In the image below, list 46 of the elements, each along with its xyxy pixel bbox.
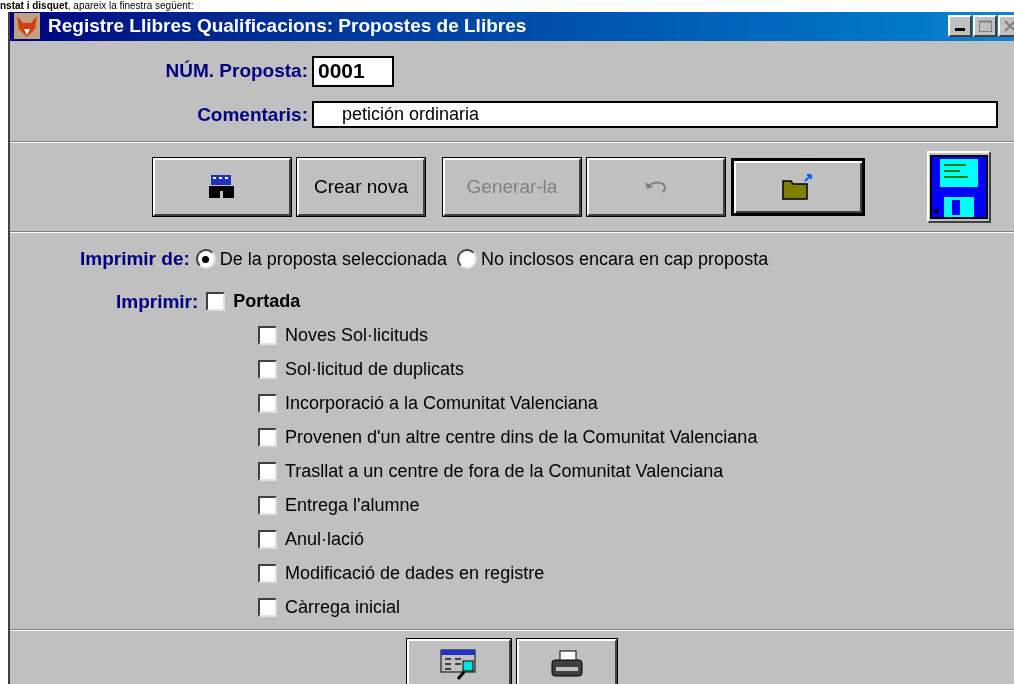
minimize-button[interactable] [948,15,972,38]
document-text: nstat i disquet, apareix la finestra següent: [0,0,194,12]
checkbox[interactable] [258,496,277,515]
proposal-number-field[interactable]: 0001 [312,55,394,87]
radio-button[interactable] [456,249,477,270]
checkbox[interactable] [258,462,277,481]
field-label: Imprimir de: [80,247,190,271]
checkbox-label: Entrega l'alumne [285,494,420,517]
window-title: Registre Llibres Qualificacions: Propostes de Llibres [48,14,528,38]
checkbox-label: Sol·licitud de duplicats [285,358,465,381]
field-label: Comentaris: [196,102,308,127]
checkbox-label: Modificació de dades en registre [285,562,545,585]
table-magnifier-icon [439,648,479,682]
checkbox[interactable] [258,564,277,583]
save-button[interactable] [927,151,991,223]
checkbox[interactable] [258,428,277,447]
maximize-button[interactable] [973,15,997,38]
folder-icon [781,173,815,201]
checkbox[interactable] [258,598,277,617]
icon-button[interactable] [731,158,865,216]
checkbox-label: Trasllat a un centre de fora de la Comunitat Valenciana [285,460,724,483]
field-label: NÚM. Proposta: [165,58,308,83]
preview-button[interactable] [407,639,511,684]
checkbox[interactable] [206,292,226,312]
checkbox-label: Noves Sol·licituds [285,324,429,347]
toolbar-button[interactable]: Crear nova [297,158,425,216]
minimize-icon [955,28,965,32]
printer-icon [549,650,585,680]
maximize-icon [978,20,992,33]
checkbox[interactable] [258,394,277,413]
close-icon [1004,20,1014,33]
checkbox[interactable] [258,326,277,345]
print-button[interactable] [517,639,617,684]
radio-label: No inclosos encara en cap proposta [480,247,769,271]
checkbox-label: Càrrega inicial [285,596,401,619]
checkbox-label: Anul·lació [285,528,365,551]
checkbox[interactable] [258,530,277,549]
radio-button[interactable] [195,249,216,270]
checkbox-label: Provenen d'un altre centre dins de la Comunitat Valenciana [285,426,758,449]
checkbox-label: Portada [233,290,301,314]
checkbox-label: Incorporació a la Comunitat Valenciana [285,392,598,415]
comment-field[interactable]: petición ordinaria [312,101,998,129]
checkbox[interactable] [258,360,277,379]
radio-label: De la proposta seleccionada [219,247,447,271]
field-label: Imprimir: [116,289,199,314]
fox-icon [14,13,40,40]
